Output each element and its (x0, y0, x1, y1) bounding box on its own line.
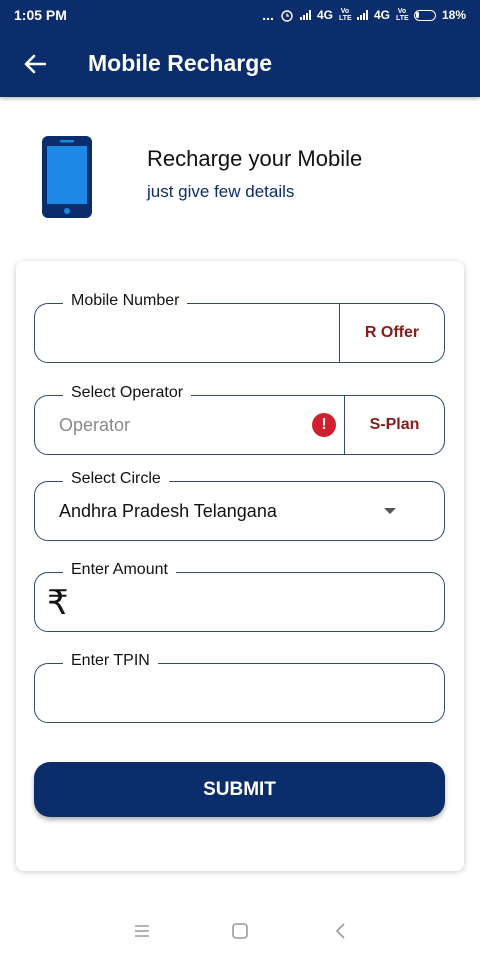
home-icon[interactable] (228, 920, 252, 942)
submit-button[interactable]: SUBMIT (34, 762, 445, 817)
signal-icon (299, 10, 311, 20)
circle-value: Andhra Pradesh Telangana (59, 501, 277, 521)
header-subtitle: just give few details (147, 182, 295, 201)
status-bar: 1:05 PM ... 4G Vo LTE 4G Vo LTE 18% (0, 0, 480, 30)
r-offer-label: R Offer (364, 324, 420, 341)
tpin-label: Enter TPIN (63, 652, 158, 670)
app-bar: Mobile Recharge (0, 30, 480, 97)
circle-label: Select Circle (63, 470, 169, 488)
battery-percent: 18% (441, 8, 466, 22)
caret-down-icon (384, 508, 396, 514)
alarm-icon (281, 10, 293, 22)
network-type-1: 4G (316, 8, 333, 22)
mobile-number-field[interactable]: Mobile Number R Offer (34, 292, 445, 363)
signal-icon-2 (356, 10, 368, 20)
operator-placeholder: Operator (59, 415, 131, 435)
alert-icon: ! (312, 413, 336, 437)
status-time: 1:05 PM (14, 7, 67, 23)
back-button[interactable] (0, 30, 70, 97)
operator-label: Select Operator (63, 384, 192, 402)
amount-label: Enter Amount (63, 561, 176, 579)
recent-apps-icon[interactable] (130, 920, 154, 942)
mobile-number-label: Mobile Number (63, 292, 188, 310)
status-dots: ... (262, 7, 274, 23)
rupee-icon: ₹ (47, 583, 69, 623)
system-nav-bar (0, 900, 480, 960)
operator-field[interactable]: Select Operator Operator ! S-Plan (34, 384, 445, 455)
network-type-2: 4G (373, 8, 390, 22)
s-plan-label: S-Plan (369, 416, 420, 433)
header-title: Recharge your Mobile (147, 146, 363, 171)
circle-select[interactable]: Select Circle Andhra Pradesh Telangana (34, 470, 445, 541)
volte-badge: Vo LTE (338, 8, 352, 22)
volte-badge-2: Vo LTE (395, 8, 409, 22)
amount-field[interactable]: Enter Amount ₹ (34, 561, 445, 632)
tpin-field[interactable]: Enter TPIN (34, 652, 445, 723)
submit-label: SUBMIT (203, 778, 276, 800)
back-arrow-icon (24, 54, 46, 73)
s-plan-button[interactable]: S-Plan (344, 396, 444, 454)
r-offer-button[interactable]: R Offer (339, 304, 444, 362)
status-icons: ... 4G Vo LTE 4G Vo LTE 18% (262, 7, 466, 23)
back-icon[interactable] (329, 920, 353, 942)
battery-icon (413, 9, 436, 21)
mobile-phone-icon (42, 136, 92, 218)
page-title: Mobile Recharge (88, 50, 273, 76)
